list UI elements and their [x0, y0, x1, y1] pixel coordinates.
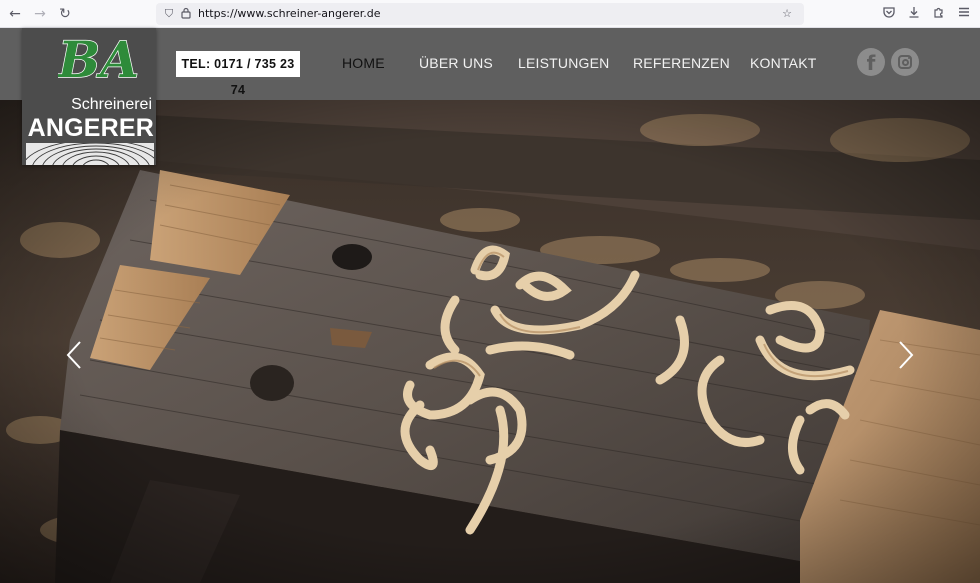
instagram-icon[interactable] — [891, 48, 919, 76]
logo-subtitle: Schreinerei — [71, 96, 152, 113]
browser-toolbar: ← → ↻ ⛉ https://www.schreiner-angerer.de… — [0, 0, 980, 28]
extensions-icon[interactable] — [930, 5, 948, 23]
facebook-icon[interactable]: f — [857, 48, 885, 76]
arrow-left-icon[interactable]: ← — [6, 5, 24, 23]
nav-home[interactable]: HOME — [342, 55, 385, 71]
lock-icon — [179, 7, 193, 21]
tree-rings-icon — [26, 143, 154, 165]
chevron-left-icon[interactable] — [64, 340, 86, 370]
reload-icon[interactable]: ↻ — [56, 5, 74, 23]
nav-kontakt[interactable]: KONTAKT — [750, 55, 816, 71]
chevron-right-icon[interactable] — [894, 340, 916, 370]
nav-referenzen[interactable]: REFERENZEN — [633, 55, 730, 71]
star-icon[interactable]: ☆ — [780, 7, 794, 21]
download-icon[interactable] — [905, 5, 923, 23]
nav-leistungen[interactable]: LEISTUNGEN — [518, 55, 609, 71]
address-bar[interactable]: ⛉ https://www.schreiner-angerer.de ☆ — [156, 3, 804, 25]
nav-ueber-uns[interactable]: ÜBER UNS — [419, 55, 493, 71]
phone-box[interactable]: TEL: 0171 / 735 23 74 — [176, 51, 300, 97]
logo-name: ANGERER — [27, 114, 154, 142]
svg-text:BA: BA — [58, 31, 139, 87]
menu-icon[interactable] — [955, 5, 973, 23]
shield-icon[interactable]: ⛉ — [162, 7, 176, 21]
arrow-right-icon[interactable]: → — [31, 5, 49, 23]
pocket-icon[interactable] — [880, 5, 898, 23]
monogram-logo-icon: BA — [58, 31, 140, 87]
url-text[interactable]: https://www.schreiner-angerer.de — [198, 7, 381, 20]
company-logo[interactable]: BA Schreinerei ANGERER — [22, 28, 156, 165]
hero-image — [0, 100, 980, 583]
hero-slideshow — [0, 100, 980, 583]
